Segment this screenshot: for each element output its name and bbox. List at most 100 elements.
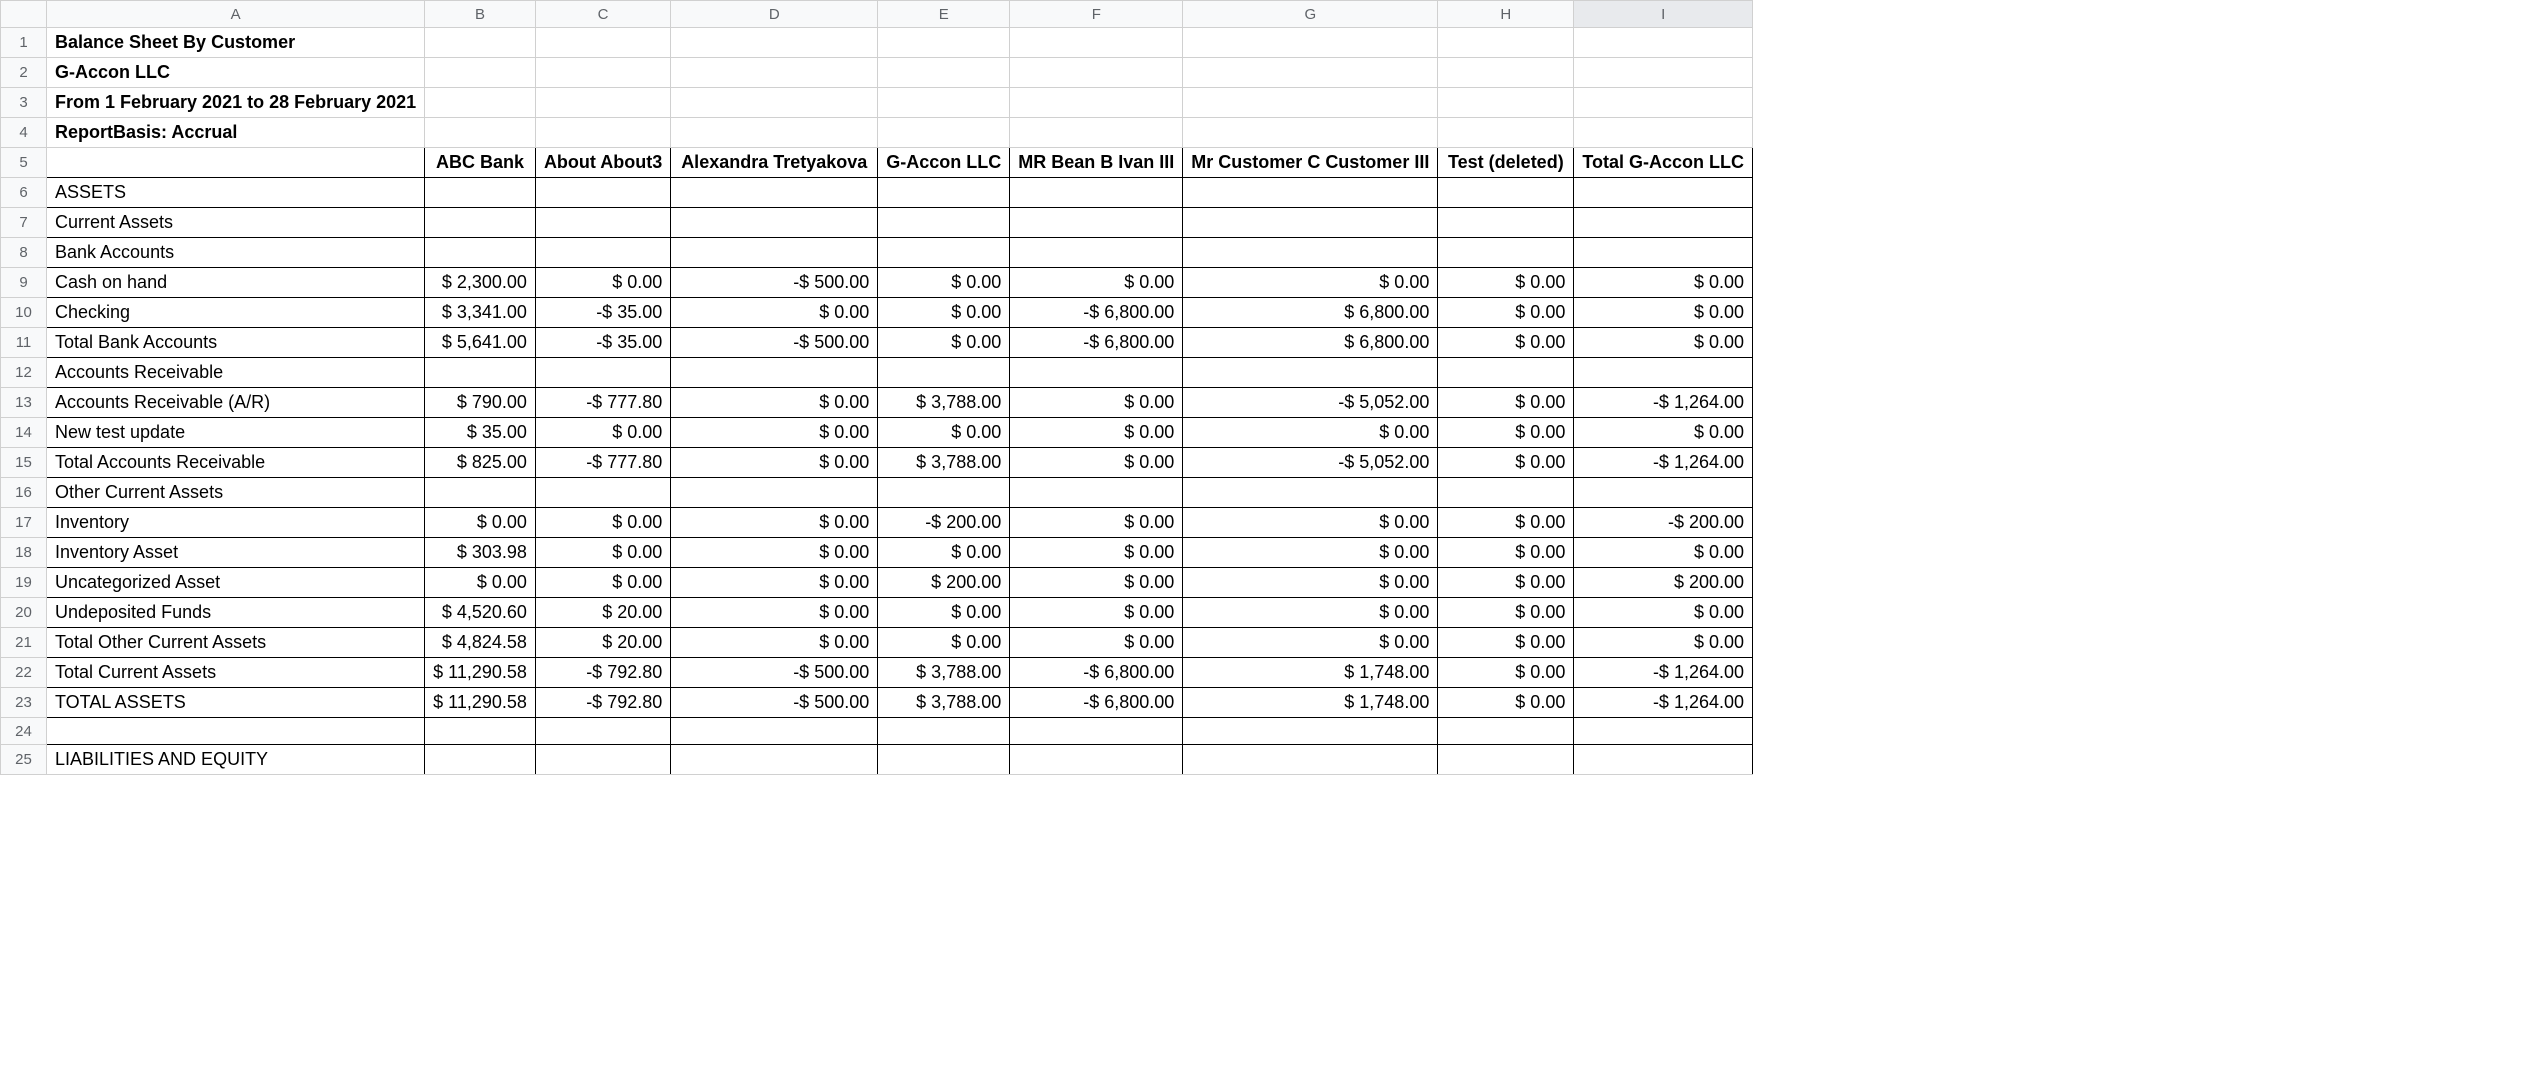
cell-D14[interactable]: $ 0.00	[671, 418, 878, 448]
cell-A12[interactable]: Accounts Receivable	[47, 358, 425, 388]
cell-C5[interactable]: About About3	[535, 148, 670, 178]
cell-H14[interactable]: $ 0.00	[1438, 418, 1574, 448]
cell-G15[interactable]: -$ 5,052.00	[1183, 448, 1438, 478]
cell-D16[interactable]	[671, 478, 878, 508]
row-header-16[interactable]: 16	[1, 478, 47, 508]
cell-E23[interactable]: $ 3,788.00	[878, 688, 1010, 718]
cell-F5[interactable]: MR Bean B Ivan III	[1010, 148, 1183, 178]
col-header-D[interactable]: D	[671, 1, 878, 28]
cell-I8[interactable]	[1574, 238, 1753, 268]
cell-E13[interactable]: $ 3,788.00	[878, 388, 1010, 418]
row-header-8[interactable]: 8	[1, 238, 47, 268]
cell-D17[interactable]: $ 0.00	[671, 508, 878, 538]
cell-B5[interactable]: ABC Bank	[425, 148, 536, 178]
cell-D10[interactable]: $ 0.00	[671, 298, 878, 328]
cell-A9[interactable]: Cash on hand	[47, 268, 425, 298]
cell-I16[interactable]	[1574, 478, 1753, 508]
cell-E21[interactable]: $ 0.00	[878, 628, 1010, 658]
cell-G4[interactable]	[1183, 118, 1438, 148]
cell-E6[interactable]	[878, 178, 1010, 208]
cell-H18[interactable]: $ 0.00	[1438, 538, 1574, 568]
cell-C12[interactable]	[535, 358, 670, 388]
cell-H4[interactable]	[1438, 118, 1574, 148]
cell-H11[interactable]: $ 0.00	[1438, 328, 1574, 358]
cell-I3[interactable]	[1574, 88, 1753, 118]
row-header-3[interactable]: 3	[1, 88, 47, 118]
cell-E15[interactable]: $ 3,788.00	[878, 448, 1010, 478]
cell-A24[interactable]	[47, 718, 425, 745]
cell-A14[interactable]: New test update	[47, 418, 425, 448]
cell-B15[interactable]: $ 825.00	[425, 448, 536, 478]
cell-G16[interactable]	[1183, 478, 1438, 508]
cell-F8[interactable]	[1010, 238, 1183, 268]
cell-E19[interactable]: $ 200.00	[878, 568, 1010, 598]
cell-G24[interactable]	[1183, 718, 1438, 745]
cell-B4[interactable]	[425, 118, 536, 148]
cell-F21[interactable]: $ 0.00	[1010, 628, 1183, 658]
cell-B7[interactable]	[425, 208, 536, 238]
cell-A5[interactable]	[47, 148, 425, 178]
cell-A23[interactable]: TOTAL ASSETS	[47, 688, 425, 718]
cell-D2[interactable]	[671, 58, 878, 88]
cell-I21[interactable]: $ 0.00	[1574, 628, 1753, 658]
cell-A16[interactable]: Other Current Assets	[47, 478, 425, 508]
row-header-17[interactable]: 17	[1, 508, 47, 538]
cell-G3[interactable]	[1183, 88, 1438, 118]
cell-G20[interactable]: $ 0.00	[1183, 598, 1438, 628]
cell-E2[interactable]	[878, 58, 1010, 88]
cell-G8[interactable]	[1183, 238, 1438, 268]
cell-E14[interactable]: $ 0.00	[878, 418, 1010, 448]
cell-F25[interactable]	[1010, 745, 1183, 775]
cell-F24[interactable]	[1010, 718, 1183, 745]
cell-I18[interactable]: $ 0.00	[1574, 538, 1753, 568]
cell-F6[interactable]	[1010, 178, 1183, 208]
cell-B16[interactable]	[425, 478, 536, 508]
cell-E8[interactable]	[878, 238, 1010, 268]
row-header-20[interactable]: 20	[1, 598, 47, 628]
row-header-6[interactable]: 6	[1, 178, 47, 208]
cell-B3[interactable]	[425, 88, 536, 118]
cell-C2[interactable]	[535, 58, 670, 88]
cell-A22[interactable]: Total Current Assets	[47, 658, 425, 688]
cell-G25[interactable]	[1183, 745, 1438, 775]
cell-G17[interactable]: $ 0.00	[1183, 508, 1438, 538]
cell-D7[interactable]	[671, 208, 878, 238]
cell-G9[interactable]: $ 0.00	[1183, 268, 1438, 298]
cell-C8[interactable]	[535, 238, 670, 268]
cell-C25[interactable]	[535, 745, 670, 775]
cell-E11[interactable]: $ 0.00	[878, 328, 1010, 358]
cell-D21[interactable]: $ 0.00	[671, 628, 878, 658]
col-header-A[interactable]: A	[47, 1, 425, 28]
cell-F2[interactable]	[1010, 58, 1183, 88]
cell-H10[interactable]: $ 0.00	[1438, 298, 1574, 328]
cell-C19[interactable]: $ 0.00	[535, 568, 670, 598]
row-header-11[interactable]: 11	[1, 328, 47, 358]
cell-H20[interactable]: $ 0.00	[1438, 598, 1574, 628]
cell-B19[interactable]: $ 0.00	[425, 568, 536, 598]
cell-A15[interactable]: Total Accounts Receivable	[47, 448, 425, 478]
cell-B21[interactable]: $ 4,824.58	[425, 628, 536, 658]
cell-F12[interactable]	[1010, 358, 1183, 388]
cell-A11[interactable]: Total Bank Accounts	[47, 328, 425, 358]
cell-B1[interactable]	[425, 28, 536, 58]
cell-C16[interactable]	[535, 478, 670, 508]
cell-F7[interactable]	[1010, 208, 1183, 238]
cell-B10[interactable]: $ 3,341.00	[425, 298, 536, 328]
cell-B8[interactable]	[425, 238, 536, 268]
cell-H6[interactable]	[1438, 178, 1574, 208]
cell-I1[interactable]	[1574, 28, 1753, 58]
cell-H22[interactable]: $ 0.00	[1438, 658, 1574, 688]
cell-G22[interactable]: $ 1,748.00	[1183, 658, 1438, 688]
cell-G2[interactable]	[1183, 58, 1438, 88]
col-header-H[interactable]: H	[1438, 1, 1574, 28]
cell-D15[interactable]: $ 0.00	[671, 448, 878, 478]
cell-H16[interactable]	[1438, 478, 1574, 508]
cell-D5[interactable]: Alexandra Tretyakova	[671, 148, 878, 178]
cell-H12[interactable]	[1438, 358, 1574, 388]
row-header-9[interactable]: 9	[1, 268, 47, 298]
cell-G10[interactable]: $ 6,800.00	[1183, 298, 1438, 328]
cell-I6[interactable]	[1574, 178, 1753, 208]
cell-C24[interactable]	[535, 718, 670, 745]
row-header-10[interactable]: 10	[1, 298, 47, 328]
cell-F23[interactable]: -$ 6,800.00	[1010, 688, 1183, 718]
